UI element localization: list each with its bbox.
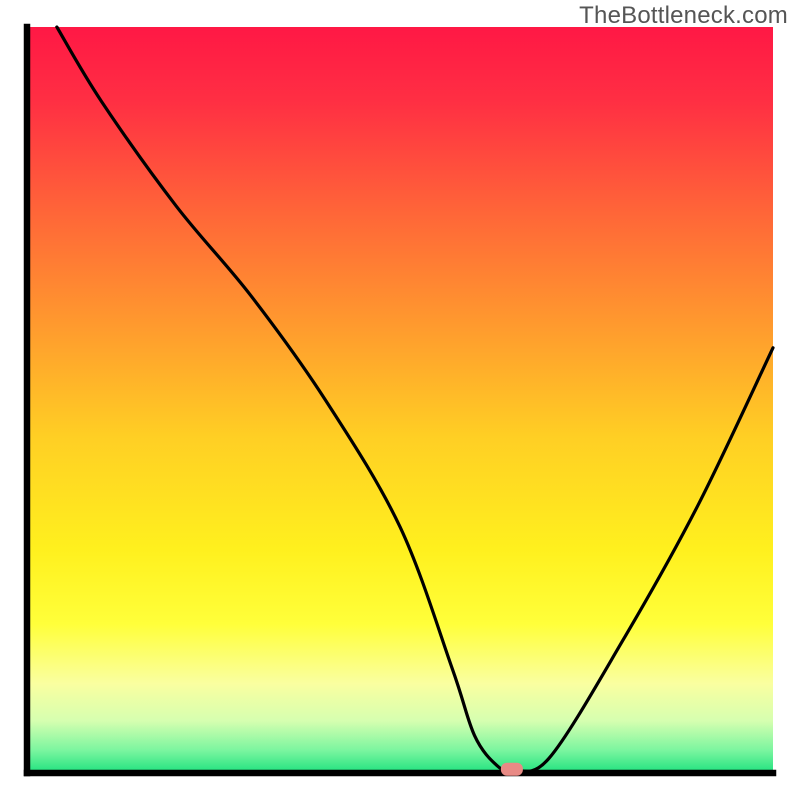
watermark-text: TheBottleneck.com (579, 2, 788, 30)
plot-background (27, 27, 773, 773)
chart-container: TheBottleneck.com (0, 0, 800, 800)
bottleneck-chart (0, 0, 800, 800)
optimum-marker (501, 763, 523, 776)
